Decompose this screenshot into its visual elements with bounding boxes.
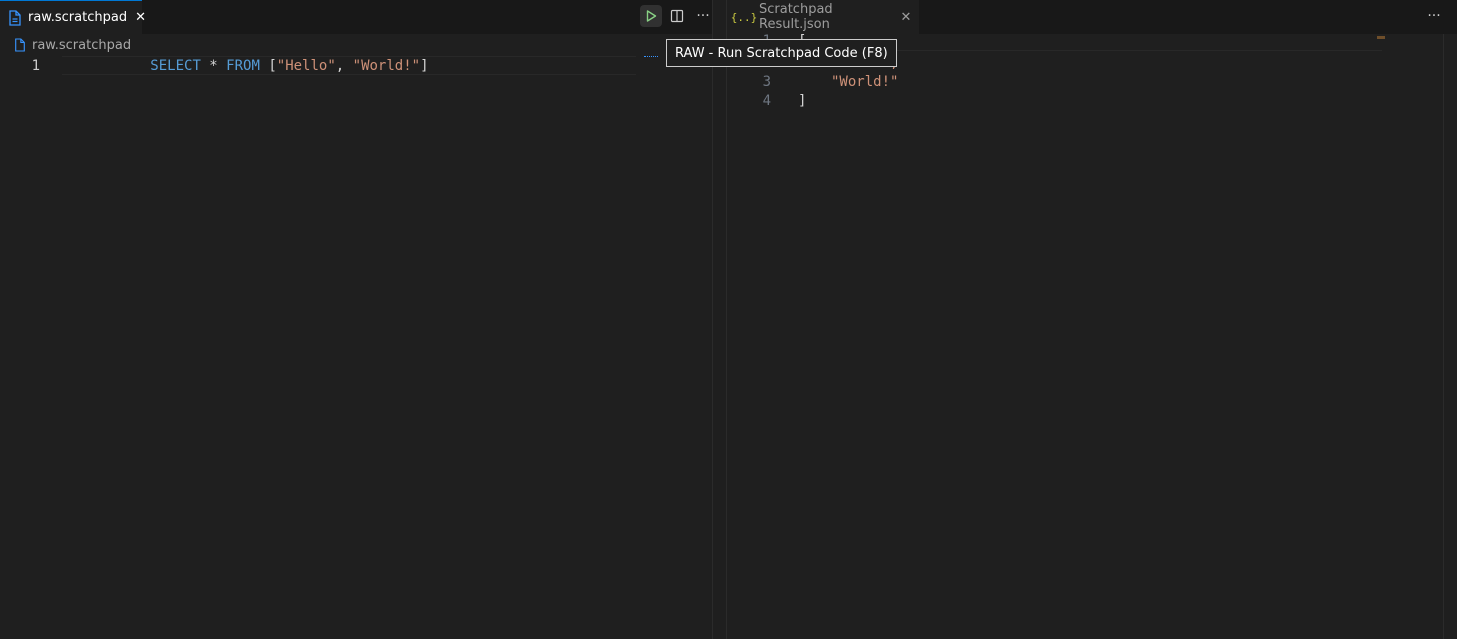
file-icon xyxy=(8,9,22,26)
split-editor-button[interactable] xyxy=(666,5,688,27)
line-code: "World!" xyxy=(831,73,899,90)
string-token: "World!" xyxy=(352,57,421,74)
result-editor[interactable]: 1 [ 2 "Hello", 3 "World!" 4 ] xyxy=(727,33,1457,639)
code-line: 1 SELECT * FROM ["Hello", "World!"] xyxy=(0,56,712,75)
code-line: 4 ] xyxy=(727,91,1457,110)
bracket-token: [ xyxy=(268,57,277,74)
editor-group-divider[interactable] xyxy=(712,0,713,639)
minimap-mark xyxy=(1377,36,1385,39)
code-editor[interactable]: 1 SELECT * FROM ["Hello", "World!"] xyxy=(0,56,712,639)
keyword-token: FROM xyxy=(226,57,260,74)
more-actions-button[interactable]: ··· xyxy=(1423,5,1445,27)
line-number: 4 xyxy=(762,92,771,109)
close-icon[interactable]: ✕ xyxy=(899,9,913,25)
ellipsis-icon: ··· xyxy=(1427,8,1441,24)
operator-token: * xyxy=(200,57,227,74)
code-line: 3 "World!" xyxy=(727,72,1457,91)
play-icon xyxy=(646,10,657,22)
run-button[interactable] xyxy=(640,5,662,27)
json-icon: {..} xyxy=(730,10,758,24)
tab-raw-scratchpad[interactable]: raw.scratchpad ✕ xyxy=(0,0,146,34)
file-icon xyxy=(14,38,26,52)
run-tooltip: RAW - Run Scratchpad Code (F8) xyxy=(666,39,897,67)
vertical-scrollbar[interactable] xyxy=(1443,34,1457,639)
left-editor-group: raw.scratchpad ✕ ··· raw.scratchpad 1 SE… xyxy=(0,0,712,639)
line-code: SELECT * FROM ["Hello", "World!"] xyxy=(66,42,429,90)
overview-ruler-mark xyxy=(644,56,658,58)
tab-label: raw.scratchpad xyxy=(28,10,128,25)
string-token: "Hello" xyxy=(276,57,336,74)
more-actions-button[interactable]: ··· xyxy=(692,5,714,27)
line-number: 1 xyxy=(31,57,40,74)
line-code: ] xyxy=(798,92,807,109)
keyword-token: SELECT xyxy=(150,57,201,74)
right-tab-bar: {..} Scratchpad Result.json ✕ ··· xyxy=(727,0,1457,34)
vscode-window: raw.scratchpad ✕ ··· raw.scratchpad 1 SE… xyxy=(0,0,1457,639)
left-tab-bar: raw.scratchpad ✕ ··· xyxy=(0,0,712,34)
right-editor-group: {..} Scratchpad Result.json ✕ ··· 1 [ 2 … xyxy=(726,0,1457,639)
tab-label: Scratchpad Result.json xyxy=(759,2,833,32)
operator-token: , xyxy=(335,57,353,74)
bracket-token: ] xyxy=(420,57,429,74)
ellipsis-icon: ··· xyxy=(696,8,710,24)
line-number: 3 xyxy=(762,73,771,90)
close-icon[interactable]: ✕ xyxy=(135,10,146,26)
editor-actions: ··· xyxy=(640,5,714,27)
split-icon xyxy=(670,9,684,23)
tab-scratchpad-result[interactable]: {..} Scratchpad Result.json ✕ xyxy=(727,0,919,34)
editor-actions: ··· xyxy=(1423,5,1445,27)
